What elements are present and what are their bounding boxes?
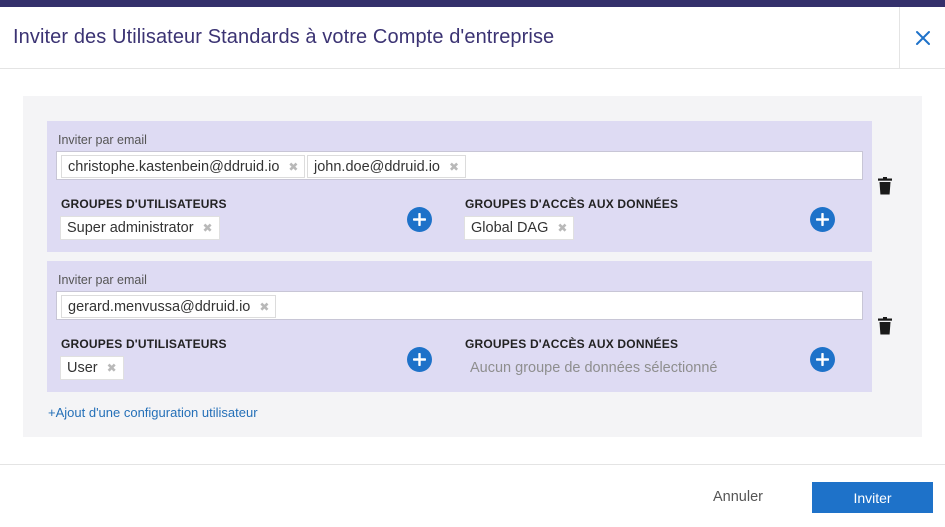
trash-icon[interactable] xyxy=(878,177,892,195)
email-chip: john.doe@ddruid.io ✖ xyxy=(307,155,467,178)
plus-icon xyxy=(413,213,426,226)
add-data-group-button[interactable] xyxy=(810,347,835,372)
add-configuration-link[interactable]: +Ajout d'une configuration utilisateur xyxy=(48,405,258,420)
user-group-chip: Super administrator ✖ xyxy=(60,216,220,240)
email-label: Inviter par email xyxy=(58,273,147,287)
data-group-chip: Global DAG ✖ xyxy=(464,216,575,240)
email-chip: gerard.menvussa@ddruid.io ✖ xyxy=(61,295,277,318)
email-chip: christophe.kastenbein@ddruid.io ✖ xyxy=(61,155,306,178)
user-config-block: Inviter par email gerard.menvussa@ddruid… xyxy=(47,261,872,392)
email-chip-label: gerard.menvussa@ddruid.io xyxy=(68,298,251,315)
user-groups-label: GROUPES D'UTILISATEURS xyxy=(61,197,227,211)
user-group-chip: User ✖ xyxy=(60,356,124,380)
dialog-footer xyxy=(0,464,945,527)
dialog-header: Inviter des Utilisateur Standards à votr… xyxy=(0,7,945,69)
remove-chip-icon[interactable]: ✖ xyxy=(203,221,213,235)
remove-chip-icon[interactable]: ✖ xyxy=(288,160,298,174)
add-data-group-button[interactable] xyxy=(810,207,835,232)
data-groups-label: GROUPES D'ACCÈS AUX DONNÉES xyxy=(465,197,679,211)
add-user-group-button[interactable] xyxy=(407,347,432,372)
user-config-block: Inviter par email christophe.kastenbein@… xyxy=(47,121,872,252)
data-groups-label: GROUPES D'ACCÈS AUX DONNÉES xyxy=(465,337,679,351)
user-groups-label: GROUPES D'UTILISATEURS xyxy=(61,337,227,351)
email-label: Inviter par email xyxy=(58,133,147,147)
data-groups-placeholder: Aucun groupe de données sélectionné xyxy=(470,360,718,376)
user-group-chip-label: User xyxy=(67,360,98,376)
cancel-button[interactable]: Annuler xyxy=(713,489,763,505)
dialog-title: Inviter des Utilisateur Standards à votr… xyxy=(13,26,555,48)
remove-chip-icon[interactable]: ✖ xyxy=(557,221,567,235)
remove-chip-icon[interactable]: ✖ xyxy=(107,361,117,375)
app-top-bar xyxy=(0,0,945,7)
data-group-chip-label: Global DAG xyxy=(471,220,549,236)
plus-icon xyxy=(816,213,829,226)
plus-icon xyxy=(816,353,829,366)
user-group-chip-label: Super administrator xyxy=(67,220,194,236)
close-button[interactable] xyxy=(899,7,945,68)
email-input[interactable]: christophe.kastenbein@ddruid.io ✖ john.d… xyxy=(56,151,863,180)
email-chip-label: john.doe@ddruid.io xyxy=(314,158,440,175)
email-chip-label: christophe.kastenbein@ddruid.io xyxy=(68,158,280,175)
close-icon xyxy=(916,30,930,45)
trash-icon[interactable] xyxy=(878,317,892,335)
remove-chip-icon[interactable]: ✖ xyxy=(259,300,269,314)
plus-icon xyxy=(413,353,426,366)
remove-chip-icon[interactable]: ✖ xyxy=(449,160,459,174)
email-input[interactable]: gerard.menvussa@ddruid.io ✖ xyxy=(56,291,863,320)
invite-button[interactable]: Inviter xyxy=(812,482,933,513)
add-user-group-button[interactable] xyxy=(407,207,432,232)
